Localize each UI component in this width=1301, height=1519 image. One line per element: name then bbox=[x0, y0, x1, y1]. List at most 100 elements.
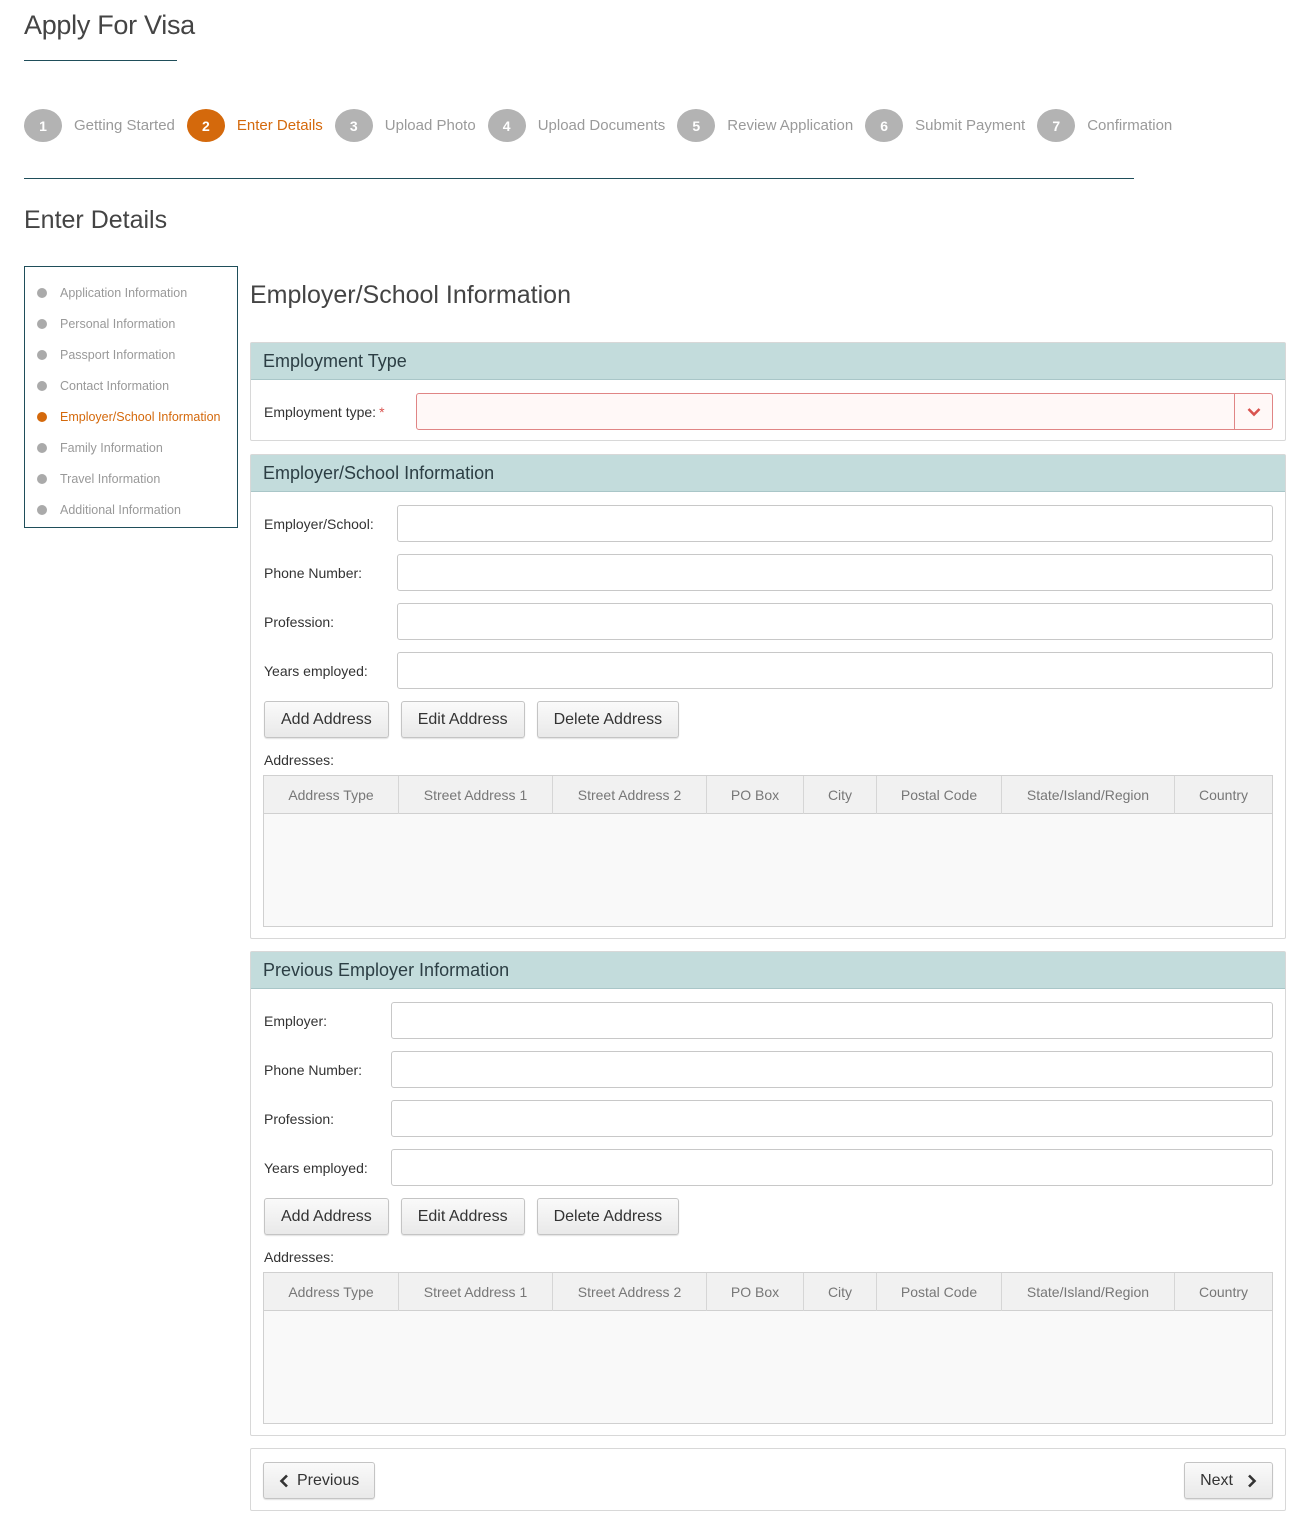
years-employed-row: Years employed: bbox=[264, 1149, 1273, 1186]
employer-school-row: Employer/School: bbox=[264, 505, 1273, 542]
step-confirmation[interactable]: 7 Confirmation bbox=[1037, 109, 1172, 142]
field-label: Employer/School: bbox=[264, 515, 374, 532]
column-header[interactable]: PO Box bbox=[707, 1273, 804, 1311]
bullet-icon bbox=[37, 380, 47, 391]
field-label: Profession: bbox=[264, 613, 335, 630]
chevron-down-icon[interactable] bbox=[1234, 394, 1272, 429]
field-label: Profession: bbox=[264, 1110, 335, 1127]
previous-profession-input[interactable] bbox=[391, 1100, 1273, 1137]
column-header[interactable]: Postal Code bbox=[877, 1273, 1002, 1311]
sidebar-item-passport-information[interactable]: Passport Information bbox=[25, 339, 237, 370]
progress-stepper: 1 Getting Started 2 Enter Details 3 Uplo… bbox=[24, 109, 1184, 142]
next-button[interactable]: Next bbox=[1184, 1462, 1273, 1499]
employer-row: Employer: bbox=[264, 1002, 1273, 1039]
delete-address-button[interactable]: Delete Address bbox=[536, 701, 680, 738]
delete-address-button[interactable]: Delete Address bbox=[536, 1198, 680, 1235]
step-label: Upload Photo bbox=[384, 117, 476, 134]
bullet-icon bbox=[37, 504, 47, 515]
addresses-label: Addresses: bbox=[264, 1249, 335, 1265]
column-header[interactable]: Country bbox=[1175, 776, 1272, 814]
step-enter-details[interactable]: 2 Enter Details bbox=[186, 109, 323, 142]
sidebar-item-label: Personal Information bbox=[60, 316, 176, 331]
sidebar-item-contact-information[interactable]: Contact Information bbox=[25, 370, 237, 401]
bullet-icon bbox=[37, 473, 47, 484]
bullet-icon bbox=[37, 349, 47, 360]
step-getting-started[interactable]: 1 Getting Started bbox=[24, 109, 175, 142]
previous-button[interactable]: Previous bbox=[263, 1462, 376, 1499]
column-header[interactable]: Street Address 2 bbox=[553, 776, 707, 814]
addresses-table: Address Type Street Address 1 Street Add… bbox=[263, 1272, 1273, 1424]
step-submit-payment[interactable]: 6 Submit Payment bbox=[865, 109, 1025, 142]
profession-row: Profession: bbox=[264, 603, 1273, 640]
title-underline bbox=[24, 60, 177, 61]
step-number: 7 bbox=[1037, 109, 1076, 142]
step-upload-documents[interactable]: 4 Upload Documents bbox=[487, 109, 665, 142]
column-header[interactable]: City bbox=[804, 776, 877, 814]
page-title: Apply For Visa bbox=[24, 10, 195, 40]
table-header: Address Type Street Address 1 Street Add… bbox=[264, 1273, 1272, 1311]
bullet-icon bbox=[37, 318, 47, 329]
panel-header: Previous Employer Information bbox=[251, 952, 1285, 989]
step-number: 2 bbox=[186, 109, 225, 142]
sidebar-item-travel-information[interactable]: Travel Information bbox=[25, 463, 237, 494]
sidebar-item-label: Application Information bbox=[60, 285, 188, 300]
field-label: Phone Number: bbox=[264, 564, 363, 581]
sidebar-item-additional-information[interactable]: Additional Information bbox=[25, 494, 237, 525]
sidebar-nav: Application Information Personal Informa… bbox=[24, 266, 238, 528]
phone-number-row: Phone Number: bbox=[264, 554, 1273, 591]
edit-address-button[interactable]: Edit Address bbox=[400, 701, 525, 738]
address-actions: Add Address Edit Address Delete Address bbox=[264, 1198, 691, 1235]
field-label: Years employed: bbox=[264, 1159, 368, 1176]
addresses-label: Addresses: bbox=[264, 752, 335, 768]
field-label: Phone Number: bbox=[264, 1061, 363, 1078]
previous-years-employed-input[interactable] bbox=[391, 1149, 1273, 1186]
years-employed-row: Years employed: bbox=[264, 652, 1273, 689]
step-number: 6 bbox=[865, 109, 904, 142]
column-header[interactable]: Address Type bbox=[264, 1273, 399, 1311]
panel-header: Employer/School Information bbox=[251, 455, 1285, 492]
column-header[interactable]: Street Address 2 bbox=[553, 1273, 707, 1311]
column-header[interactable]: Street Address 1 bbox=[399, 776, 553, 814]
step-review-application[interactable]: 5 Review Application bbox=[677, 109, 853, 142]
sidebar-item-employer-school-information[interactable]: Employer/School Information bbox=[25, 401, 237, 432]
profession-input[interactable] bbox=[397, 603, 1273, 640]
step-label: Review Application bbox=[727, 117, 854, 134]
phone-number-input[interactable] bbox=[397, 554, 1273, 591]
sidebar-item-application-information[interactable]: Application Information bbox=[25, 277, 237, 308]
employment-type-label: Employment type: bbox=[264, 403, 377, 420]
years-employed-input[interactable] bbox=[397, 652, 1273, 689]
add-address-button[interactable]: Add Address bbox=[264, 701, 389, 738]
column-header[interactable]: State/Island/Region bbox=[1002, 776, 1175, 814]
section-title: Enter Details bbox=[24, 206, 168, 234]
sidebar-item-label: Additional Information bbox=[60, 502, 181, 517]
step-label: Enter Details bbox=[236, 117, 323, 134]
column-header[interactable]: Postal Code bbox=[877, 776, 1002, 814]
step-label: Confirmation bbox=[1087, 117, 1173, 134]
edit-address-button[interactable]: Edit Address bbox=[400, 1198, 525, 1235]
sidebar-item-personal-information[interactable]: Personal Information bbox=[25, 308, 237, 339]
step-number: 5 bbox=[677, 109, 716, 142]
bullet-icon bbox=[37, 442, 47, 453]
previous-employer-input[interactable] bbox=[391, 1002, 1273, 1039]
column-header[interactable]: PO Box bbox=[707, 776, 804, 814]
field-label: Years employed: bbox=[264, 662, 368, 679]
employment-type-panel: Employment Type Employment type: * bbox=[250, 342, 1286, 441]
step-upload-photo[interactable]: 3 Upload Photo bbox=[334, 109, 476, 142]
column-header[interactable]: Street Address 1 bbox=[399, 1273, 553, 1311]
form-navigation: Previous Next bbox=[250, 1448, 1286, 1511]
sidebar-item-family-information[interactable]: Family Information bbox=[25, 432, 237, 463]
step-label: Getting Started bbox=[74, 117, 175, 134]
sidebar-item-label: Travel Information bbox=[60, 471, 161, 486]
column-header[interactable]: Country bbox=[1175, 1273, 1272, 1311]
employment-type-row: Employment type: * bbox=[264, 393, 1273, 430]
employer-school-input[interactable] bbox=[397, 505, 1273, 542]
panel-header: Employment Type bbox=[251, 343, 1285, 380]
column-header[interactable]: Address Type bbox=[264, 776, 399, 814]
chevron-left-icon bbox=[279, 1474, 289, 1488]
employment-type-select[interactable] bbox=[416, 393, 1273, 430]
previous-phone-number-input[interactable] bbox=[391, 1051, 1273, 1088]
sidebar-item-label: Contact Information bbox=[60, 378, 170, 393]
add-address-button[interactable]: Add Address bbox=[264, 1198, 389, 1235]
column-header[interactable]: State/Island/Region bbox=[1002, 1273, 1175, 1311]
column-header[interactable]: City bbox=[804, 1273, 877, 1311]
